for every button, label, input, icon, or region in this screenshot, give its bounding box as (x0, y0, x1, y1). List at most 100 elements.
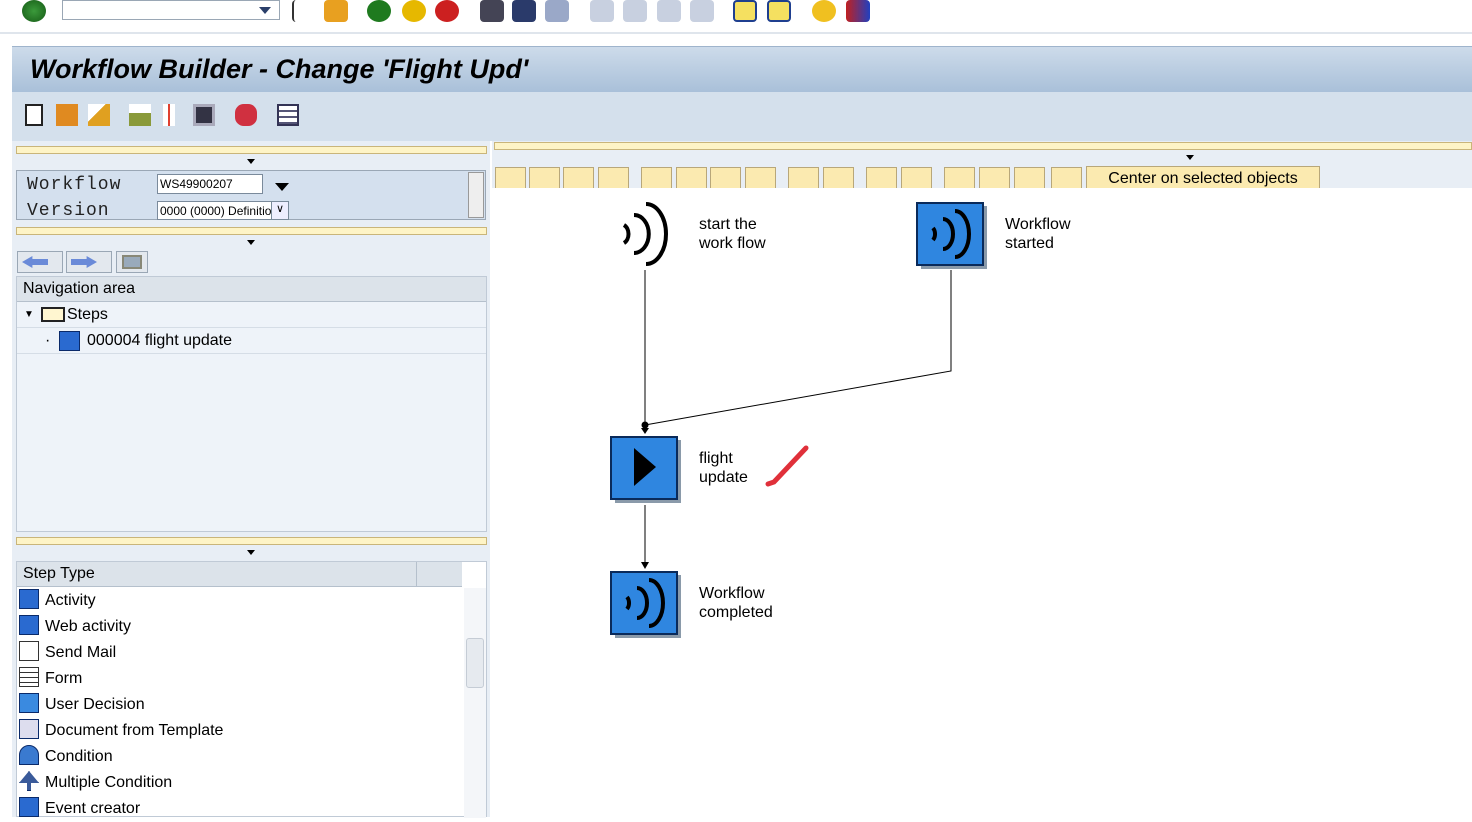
alarm-icon[interactable] (235, 104, 257, 126)
node-label-workflow-completed[interactable]: Workflow completed (699, 584, 773, 622)
workflow-label: Workflow (27, 175, 122, 195)
step-type-label: Multiple Condition (45, 774, 173, 791)
center-on-selected-button[interactable]: Center on selected objects (1086, 166, 1320, 188)
scrollbar[interactable] (468, 172, 484, 218)
workflow-field[interactable]: WS49900207 (157, 174, 263, 194)
step-type-document-from-template[interactable]: Document from Template (19, 718, 223, 744)
arrow-right-icon (71, 256, 97, 268)
collapse-icon[interactable] (247, 159, 255, 164)
cut-button[interactable] (641, 167, 672, 188)
activity-icon (19, 589, 39, 609)
scrollbar[interactable] (464, 588, 486, 818)
next-page-icon[interactable] (657, 0, 681, 22)
expand-icon[interactable]: ▼ (24, 302, 34, 328)
zoom-out-button[interactable] (1014, 167, 1045, 188)
step-type-form[interactable]: Form (19, 666, 82, 692)
document-icon (19, 719, 39, 739)
page-title: Workflow Builder - Change 'Flight Upd' (30, 54, 529, 84)
workflow-panel: Workflow Version WS49900207 0000 (0000) … (16, 170, 486, 221)
step-type-label: Send Mail (45, 644, 117, 661)
activity-step-icon (610, 436, 681, 503)
save-icon[interactable] (324, 0, 348, 22)
step-type-activity[interactable]: Activity (19, 588, 96, 614)
folder-icon (41, 307, 65, 322)
tree-node-label: 000004 flight update (87, 332, 233, 349)
tree-node-step[interactable]: · 000004 flight update (17, 328, 486, 354)
collapse-icon[interactable] (247, 240, 255, 245)
version-value: 0000 (0000) Definition (160, 204, 279, 218)
align-button[interactable] (944, 167, 975, 188)
collapse-icon[interactable] (1186, 155, 1194, 160)
workflow-completed-event-icon (610, 571, 681, 638)
list-icon[interactable] (277, 104, 299, 126)
exit-icon[interactable] (402, 0, 426, 22)
new-session-icon[interactable] (733, 0, 757, 22)
layout-button[interactable] (901, 167, 932, 188)
copy-button[interactable] (676, 167, 707, 188)
mail-icon (19, 641, 39, 661)
zoom-in-button[interactable] (979, 167, 1010, 188)
test-icon[interactable] (193, 104, 215, 126)
chevron-down-icon[interactable] (259, 7, 271, 14)
shortcut-icon[interactable] (767, 0, 791, 22)
application-toolbar (12, 92, 1472, 141)
activate-icon[interactable] (163, 104, 175, 126)
new-icon[interactable] (25, 104, 43, 126)
step-type-web-activity[interactable]: Web activity (19, 614, 131, 640)
step-type-user-decision[interactable]: User Decision (19, 692, 145, 718)
join-dot (641, 421, 649, 429)
delete-button[interactable] (598, 167, 629, 188)
insert-button[interactable] (745, 167, 776, 188)
cancel-icon[interactable] (435, 0, 459, 22)
help-icon[interactable] (812, 0, 836, 22)
activity-icon (59, 331, 80, 351)
tree-node-steps[interactable]: ▼ Steps (17, 302, 486, 328)
navigation-header: Navigation area (17, 277, 486, 302)
previous-page-icon[interactable] (623, 0, 647, 22)
print-icon[interactable] (480, 0, 504, 22)
node-label-flight-update[interactable]: flight update (699, 449, 748, 487)
back-icon[interactable] (367, 0, 391, 22)
redo-button[interactable] (823, 167, 854, 188)
collapse-icon[interactable] (247, 550, 255, 555)
chevron-down-icon[interactable]: ∨ (271, 202, 288, 219)
form-icon (19, 667, 39, 687)
pane-header-bar (16, 146, 487, 154)
layout-menu-icon[interactable] (846, 0, 870, 22)
connect-button[interactable] (563, 167, 594, 188)
overview-button[interactable] (116, 251, 148, 273)
back-button[interactable] (17, 251, 63, 273)
tree-node-label: Steps (67, 306, 108, 323)
forward-button[interactable] (66, 251, 112, 273)
node-label-start[interactable]: start the work flow (699, 215, 766, 253)
edit-icon[interactable] (88, 104, 110, 126)
node-label-workflow-started[interactable]: Workflow started (1005, 215, 1071, 253)
version-select[interactable]: 0000 (0000) Definition ∨ (157, 201, 289, 220)
edit-step-button[interactable] (529, 167, 560, 188)
back-triangle-icon[interactable] (292, 0, 306, 22)
hierarchy-icon[interactable] (129, 104, 151, 126)
step-type-condition[interactable]: Condition (19, 744, 113, 770)
paste-button[interactable] (710, 167, 741, 188)
command-field[interactable] (62, 0, 280, 20)
last-page-icon[interactable] (690, 0, 714, 22)
new-step-button[interactable] (495, 167, 526, 188)
first-page-icon[interactable] (590, 0, 614, 22)
label-line: start the (699, 216, 757, 233)
copy-icon[interactable] (56, 104, 78, 126)
connector-line (644, 270, 952, 426)
agent-button[interactable] (1051, 167, 1082, 188)
scrollbar-thumb[interactable] (466, 638, 484, 688)
check-button[interactable] (866, 167, 897, 188)
multiple-condition-icon (19, 771, 39, 791)
undo-button[interactable] (788, 167, 819, 188)
step-type-multiple-condition[interactable]: Multiple Condition (19, 770, 172, 796)
label-line: work flow (699, 235, 766, 252)
title-bar: Workflow Builder - Change 'Flight Upd' (12, 46, 1472, 92)
enter-icon[interactable] (22, 0, 46, 22)
find-icon[interactable] (512, 0, 536, 22)
step-type-send-mail[interactable]: Send Mail (19, 640, 116, 666)
step-type-event-creator[interactable]: Event creator (19, 796, 140, 822)
workflow-dropdown-icon[interactable] (275, 183, 289, 191)
find-next-icon[interactable] (545, 0, 569, 22)
